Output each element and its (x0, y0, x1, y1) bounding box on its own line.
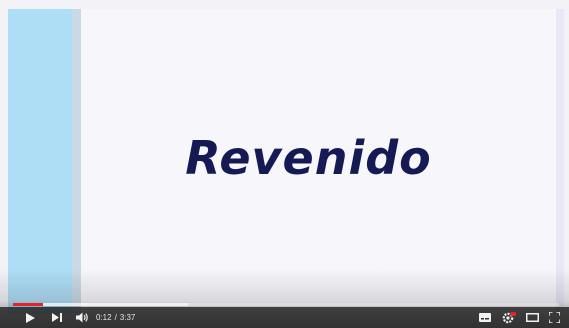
progress-bar[interactable] (13, 303, 559, 306)
settings-button[interactable] (500, 307, 518, 328)
control-bar: 0:12 / 3:37 (0, 307, 569, 328)
theater-mode-icon (525, 313, 539, 322)
play-button[interactable] (20, 307, 40, 328)
progress-played (13, 303, 44, 306)
volume-button[interactable] (72, 307, 92, 328)
settings-icon (502, 311, 516, 324)
time-display: 0:12 / 3:37 (96, 307, 135, 328)
next-icon (52, 313, 62, 322)
duration: 3:37 (119, 313, 136, 322)
play-icon (25, 312, 35, 323)
volume-icon (75, 312, 89, 323)
subtitles-button[interactable] (476, 307, 494, 328)
time-separator: / (114, 313, 117, 322)
slide-title: Revenido (185, 131, 432, 185)
current-time: 0:12 (96, 313, 112, 322)
fullscreen-icon (548, 312, 560, 323)
theater-mode-button[interactable] (523, 307, 541, 328)
subtitles-icon (479, 313, 491, 322)
next-button[interactable] (47, 307, 67, 328)
video-player[interactable]: Revenido 0:12 / 3:37 (0, 0, 569, 328)
fullscreen-button[interactable] (545, 307, 563, 328)
